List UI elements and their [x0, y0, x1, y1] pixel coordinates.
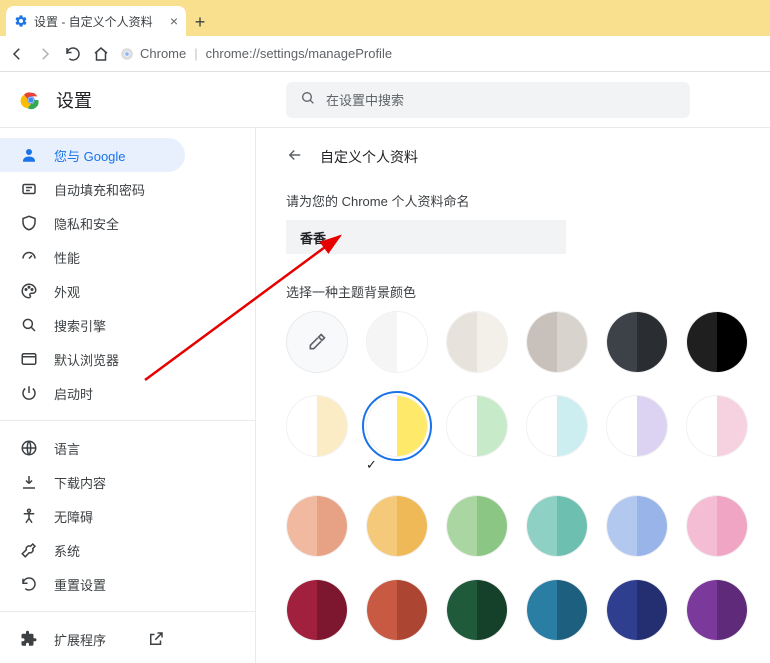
sidebar-item[interactable]: 性能 — [0, 240, 185, 274]
sidebar-item-label: 外观 — [54, 282, 80, 301]
content-title: 自定义个人资料 — [320, 147, 418, 167]
speed-icon — [20, 248, 38, 266]
color-swatch[interactable] — [526, 579, 588, 641]
shield-icon — [20, 214, 38, 232]
color-swatch[interactable] — [526, 311, 588, 373]
color-swatch[interactable] — [526, 495, 588, 557]
color-swatch[interactable] — [366, 311, 428, 373]
back-arrow-icon[interactable] — [286, 146, 304, 167]
browser-icon — [20, 350, 38, 368]
name-label: 请为您的 Chrome 个人资料命名 — [286, 191, 740, 210]
color-swatch[interactable] — [286, 395, 348, 457]
open-icon — [147, 630, 165, 648]
gear-icon — [14, 14, 28, 28]
color-picker-swatch[interactable] — [286, 311, 348, 373]
autofill-icon — [20, 180, 38, 198]
sidebar-item-label: 无障碍 — [54, 507, 93, 526]
sidebar-item[interactable]: 默认浏览器 — [0, 342, 185, 376]
tab-strip: 设置 - 自定义个人资料 × + — [0, 0, 770, 36]
sidebar-item[interactable]: 搜索引擎 — [0, 308, 185, 342]
sidebar-item-label: 启动时 — [54, 384, 93, 403]
person-icon — [20, 146, 38, 164]
sidebar-item-label: 隐私和安全 — [54, 214, 119, 233]
color-swatch[interactable] — [446, 579, 508, 641]
download-icon — [20, 473, 38, 491]
color-swatch[interactable] — [366, 579, 428, 641]
tab-title: 设置 - 自定义个人资料 — [34, 13, 164, 30]
color-swatch[interactable] — [606, 311, 668, 373]
chrome-logo-icon — [20, 89, 42, 111]
sidebar-item-label: 性能 — [54, 248, 80, 267]
palette-icon — [20, 282, 38, 300]
sidebar-item[interactable]: 自动填充和密码 — [0, 172, 185, 206]
extension-icon — [20, 630, 38, 648]
search-icon — [300, 90, 316, 109]
sidebar-item[interactable]: 系统 — [0, 533, 185, 567]
back-icon[interactable] — [8, 45, 26, 63]
color-swatch[interactable] — [526, 395, 588, 457]
check-icon: ✓ — [366, 457, 428, 473]
close-icon[interactable]: × — [170, 13, 178, 29]
theme-label: 选择一种主题背景颜色 — [286, 282, 740, 301]
profile-name-input[interactable] — [286, 220, 566, 254]
browser-tab[interactable]: 设置 - 自定义个人资料 × — [6, 6, 186, 36]
home-icon[interactable] — [92, 45, 110, 63]
color-swatch[interactable] — [686, 395, 748, 457]
color-swatch[interactable] — [606, 495, 668, 557]
color-swatch[interactable] — [606, 579, 668, 641]
sidebar-item-label: 语言 — [54, 439, 80, 458]
color-swatch[interactable] — [686, 311, 748, 373]
sidebar-item[interactable]: 下载内容 — [0, 465, 185, 499]
color-swatch[interactable] — [446, 395, 508, 457]
url-text: chrome://settings/manageProfile — [206, 46, 392, 61]
reset-icon — [20, 575, 38, 593]
browser-toolbar: Chrome | chrome://settings/manageProfile — [0, 36, 770, 72]
sidebar-item-label: 下载内容 — [54, 473, 106, 492]
search-placeholder: 在设置中搜索 — [326, 90, 404, 109]
search-icon — [20, 316, 38, 334]
color-swatch[interactable] — [606, 395, 668, 457]
color-swatch[interactable] — [686, 579, 748, 641]
sidebar-item-label: 自动填充和密码 — [54, 180, 145, 199]
sidebar-item-label: 默认浏览器 — [54, 350, 119, 369]
sidebar-item-label: 扩展程序 — [54, 630, 106, 649]
sidebar-item[interactable]: 扩展程序 — [0, 622, 185, 656]
color-swatch[interactable] — [286, 579, 348, 641]
content-area: 自定义个人资料 请为您的 Chrome 个人资料命名 选择一种主题背景颜色 ✓ — [255, 128, 770, 663]
color-swatch[interactable] — [366, 395, 428, 457]
chrome-badge: Chrome — [120, 46, 186, 61]
power-icon — [20, 384, 38, 402]
sidebar-item-label: 您与 Google — [54, 146, 126, 165]
sidebar-item[interactable]: 隐私和安全 — [0, 206, 185, 240]
color-swatch[interactable] — [446, 311, 508, 373]
sidebar-item-label: 系统 — [54, 541, 80, 560]
globe-icon — [20, 439, 38, 457]
color-swatch[interactable] — [446, 495, 508, 557]
sidebar-item[interactable]: 语言 — [0, 431, 185, 465]
color-swatch[interactable] — [686, 495, 748, 557]
color-swatch-grid: ✓ — [286, 311, 740, 641]
sidebar-item[interactable]: 无障碍 — [0, 499, 185, 533]
forward-icon[interactable] — [36, 45, 54, 63]
sidebar-item[interactable]: 您与 Google — [0, 138, 185, 172]
sidebar-item[interactable]: 启动时 — [0, 376, 185, 410]
sidebar-item[interactable]: 外观 — [0, 274, 185, 308]
wrench-icon — [20, 541, 38, 559]
address-bar[interactable]: Chrome | chrome://settings/manageProfile — [120, 40, 762, 68]
page-title: 设置 — [56, 87, 92, 113]
settings-search[interactable]: 在设置中搜索 — [286, 82, 690, 118]
reload-icon[interactable] — [64, 45, 82, 63]
app-bar: 设置 在设置中搜索 — [0, 72, 770, 128]
settings-sidebar: 您与 Google 自动填充和密码隐私和安全性能外观搜索引擎默认浏览器启动时语言下… — [0, 128, 255, 663]
color-swatch[interactable] — [286, 495, 348, 557]
new-tab-button[interactable]: + — [186, 8, 214, 36]
accessibility-icon — [20, 507, 38, 525]
sidebar-item[interactable]: 重置设置 — [0, 567, 185, 601]
sidebar-item-label: 搜索引擎 — [54, 316, 106, 335]
sidebar-item-label: 重置设置 — [54, 575, 106, 594]
color-swatch[interactable] — [366, 495, 428, 557]
